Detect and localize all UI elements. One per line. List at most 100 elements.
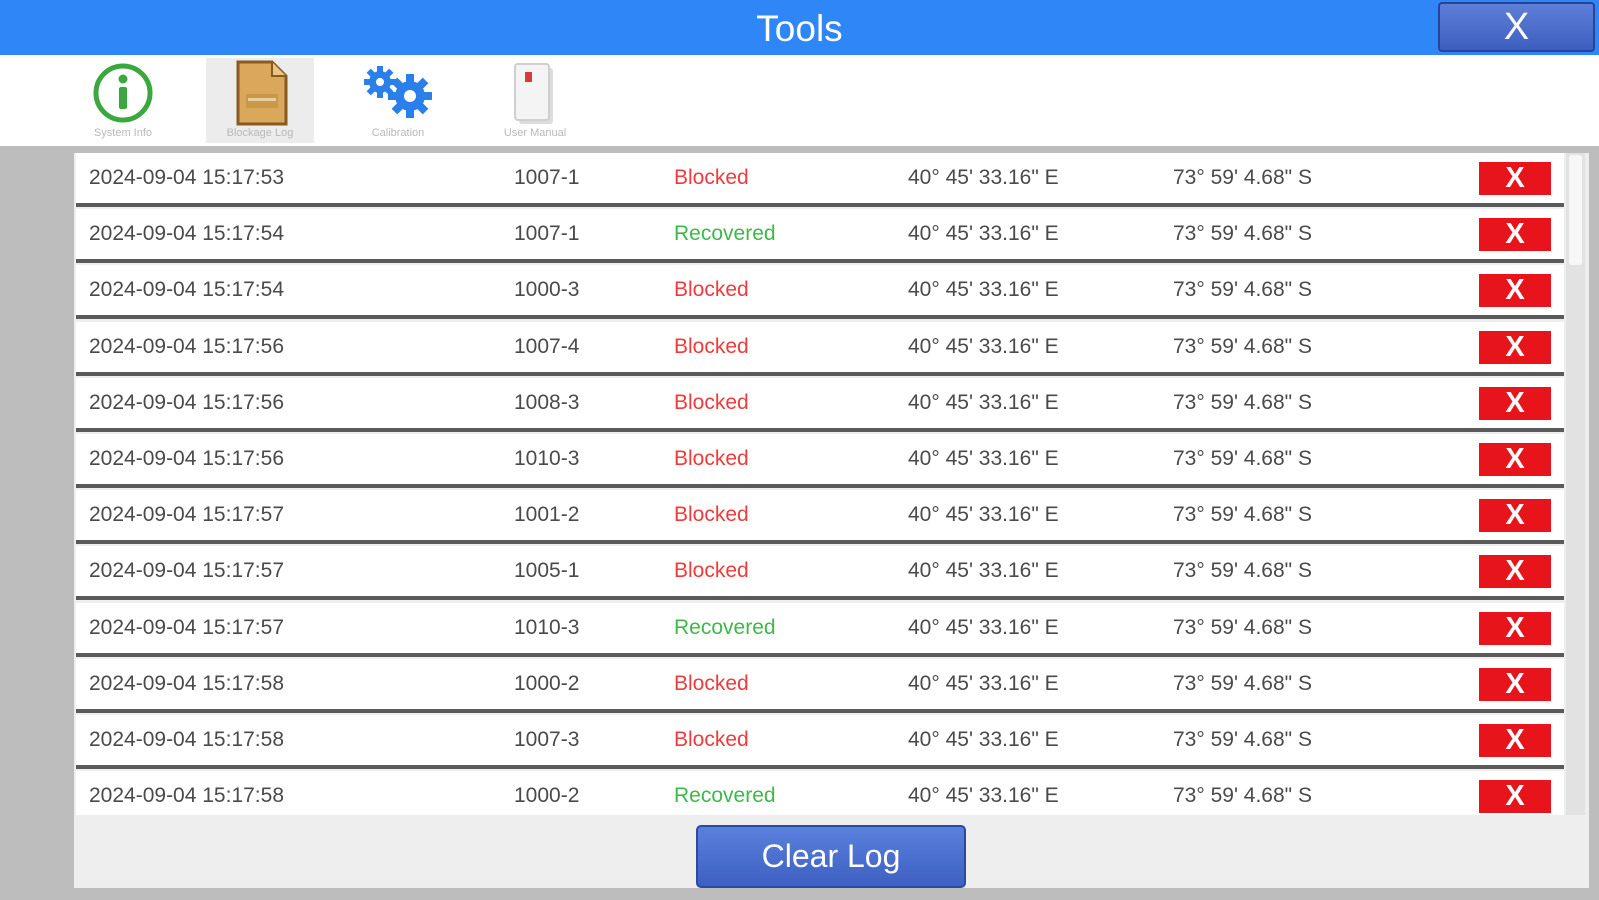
- title-bar: Tools X: [0, 0, 1599, 55]
- log-longitude: 73° 59' 4.68" S: [1173, 784, 1312, 807]
- log-longitude: 73° 59' 4.68" S: [1173, 728, 1312, 751]
- table-row: 2024-09-04 15:17:58 1000-2 Blocked 40° 45' …: [76, 659, 1564, 713]
- log-latitude: 40° 45' 33.16" E: [908, 222, 1059, 245]
- table-row: 2024-09-04 15:17:53 1007-1 Blocked 40° 45' …: [76, 153, 1564, 207]
- log-datetime: 2024-09-04 15:17:57: [89, 559, 284, 582]
- table-row: 2024-09-04 15:17:58 1007-3 Blocked 40° 45' …: [76, 715, 1564, 769]
- tool-calibration[interactable]: Calibration: [344, 58, 452, 143]
- table-row: 2024-09-04 15:17:57 1005-1 Blocked 40° 45' …: [76, 546, 1564, 600]
- log-longitude: 73° 59' 4.68" S: [1173, 559, 1312, 582]
- log-status: Blocked: [674, 447, 749, 470]
- log-status: Blocked: [674, 503, 749, 526]
- clear-log-button[interactable]: Clear Log: [696, 825, 966, 888]
- scroll-thumb[interactable]: [1569, 155, 1582, 265]
- delete-entry-button[interactable]: X: [1479, 162, 1551, 195]
- log-latitude: 40° 45' 33.16" E: [908, 503, 1059, 526]
- log-sensor-id: 1010-3: [514, 616, 580, 639]
- delete-entry-button[interactable]: X: [1479, 218, 1551, 251]
- log-status: Blocked: [674, 391, 749, 414]
- log-datetime: 2024-09-04 15:17:57: [89, 616, 284, 639]
- delete-entry-button[interactable]: X: [1479, 499, 1551, 532]
- log-datetime: 2024-09-04 15:17:54: [89, 222, 284, 245]
- scrollbar[interactable]: [1566, 153, 1585, 815]
- log-latitude: 40° 45' 33.16" E: [908, 728, 1059, 751]
- log-datetime: 2024-09-04 15:17:56: [89, 335, 284, 358]
- tool-label: Blockage Log: [226, 127, 294, 139]
- log-sensor-id: 1007-3: [514, 728, 580, 751]
- delete-entry-button[interactable]: X: [1479, 387, 1551, 420]
- log-sensor-id: 1001-2: [514, 503, 580, 526]
- log-latitude: 40° 45' 33.16" E: [908, 166, 1059, 189]
- delete-entry-button[interactable]: X: [1479, 443, 1551, 476]
- log-latitude: 40° 45' 33.16" E: [908, 784, 1059, 807]
- tool-system-info[interactable]: System Info: [69, 58, 177, 143]
- log-status: Blocked: [674, 559, 749, 582]
- log-longitude: 73° 59' 4.68" S: [1173, 222, 1312, 245]
- delete-entry-button[interactable]: X: [1479, 331, 1551, 364]
- log-longitude: 73° 59' 4.68" S: [1173, 503, 1312, 526]
- log-longitude: 73° 59' 4.68" S: [1173, 335, 1312, 358]
- tool-label: Calibration: [371, 127, 425, 139]
- log-latitude: 40° 45' 33.16" E: [908, 616, 1059, 639]
- table-row: 2024-09-04 15:17:57 1001-2 Blocked 40° 45' …: [76, 490, 1564, 544]
- delete-entry-button[interactable]: X: [1479, 274, 1551, 307]
- log-sensor-id: 1007-1: [514, 222, 580, 245]
- log-list: 2024-09-04 15:17:53 1007-1 Blocked 40° 45' …: [74, 153, 1565, 815]
- tool-blockage-log[interactable]: Blockage Log: [206, 58, 314, 143]
- table-row: 2024-09-04 15:17:54 1000-3 Blocked 40° 45' …: [76, 265, 1564, 319]
- delete-entry-button[interactable]: X: [1479, 555, 1551, 588]
- table-row: 2024-09-04 15:17:56 1007-4 Blocked 40° 45' …: [76, 322, 1564, 376]
- log-status: Blocked: [674, 728, 749, 751]
- log-sensor-id: 1007-4: [514, 335, 580, 358]
- log-datetime: 2024-09-04 15:17:53: [89, 166, 284, 189]
- log-sensor-id: 1005-1: [514, 559, 580, 582]
- log-longitude: 73° 59' 4.68" S: [1173, 391, 1312, 414]
- log-sensor-id: 1007-1: [514, 166, 580, 189]
- log-latitude: 40° 45' 33.16" E: [908, 559, 1059, 582]
- log-sensor-id: 1008-3: [514, 391, 580, 414]
- tool-label: User Manual: [503, 127, 567, 139]
- tool-label: System Info: [93, 127, 153, 139]
- log-longitude: 73° 59' 4.68" S: [1173, 166, 1312, 189]
- close-button[interactable]: X: [1438, 2, 1595, 52]
- table-row: 2024-09-04 15:17:56 1010-3 Blocked 40° 45' …: [76, 434, 1564, 488]
- log-sensor-id: 1000-2: [514, 672, 580, 695]
- log-latitude: 40° 45' 33.16" E: [908, 672, 1059, 695]
- log-status: Recovered: [674, 784, 776, 807]
- log-status: Blocked: [674, 278, 749, 301]
- log-datetime: 2024-09-04 15:17:58: [89, 784, 284, 807]
- log-status: Blocked: [674, 335, 749, 358]
- window-title: Tools: [756, 8, 843, 49]
- log-datetime: 2024-09-04 15:17:56: [89, 447, 284, 470]
- manual-icon: [514, 63, 553, 124]
- log-datetime: 2024-09-04 15:17:58: [89, 672, 284, 695]
- log-datetime: 2024-09-04 15:17:54: [89, 278, 284, 301]
- log-longitude: 73° 59' 4.68" S: [1173, 447, 1312, 470]
- delete-entry-button[interactable]: X: [1479, 724, 1551, 757]
- log-sensor-id: 1000-2: [514, 784, 580, 807]
- log-longitude: 73° 59' 4.68" S: [1173, 672, 1312, 695]
- log-longitude: 73° 59' 4.68" S: [1173, 616, 1312, 639]
- table-row: 2024-09-04 15:17:58 1000-2 Recovered 40° 45…: [76, 771, 1564, 815]
- log-datetime: 2024-09-04 15:17:56: [89, 391, 284, 414]
- table-row: 2024-09-04 15:17:54 1007-1 Recovered 40° 45…: [76, 209, 1564, 263]
- log-status: Blocked: [674, 166, 749, 189]
- log-longitude: 73° 59' 4.68" S: [1173, 278, 1312, 301]
- table-row: 2024-09-04 15:17:57 1010-3 Recovered 40° 45…: [76, 603, 1564, 657]
- blockage-log-panel: 2024-09-04 15:17:53 1007-1 Blocked 40° 45' …: [74, 153, 1589, 888]
- log-latitude: 40° 45' 33.16" E: [908, 391, 1059, 414]
- log-status: Blocked: [674, 672, 749, 695]
- log-latitude: 40° 45' 33.16" E: [908, 447, 1059, 470]
- log-latitude: 40° 45' 33.16" E: [908, 335, 1059, 358]
- table-row: 2024-09-04 15:17:56 1008-3 Blocked 40° 45' …: [76, 378, 1564, 432]
- log-sensor-id: 1010-3: [514, 447, 580, 470]
- log-latitude: 40° 45' 33.16" E: [908, 278, 1059, 301]
- delete-entry-button[interactable]: X: [1479, 780, 1551, 813]
- log-sensor-id: 1000-3: [514, 278, 580, 301]
- info-icon: [93, 63, 153, 123]
- tool-user-manual[interactable]: User Manual: [481, 58, 589, 143]
- document-icon: [236, 60, 288, 126]
- delete-entry-button[interactable]: X: [1479, 612, 1551, 645]
- gears-icon: [364, 66, 432, 118]
- delete-entry-button[interactable]: X: [1479, 668, 1551, 701]
